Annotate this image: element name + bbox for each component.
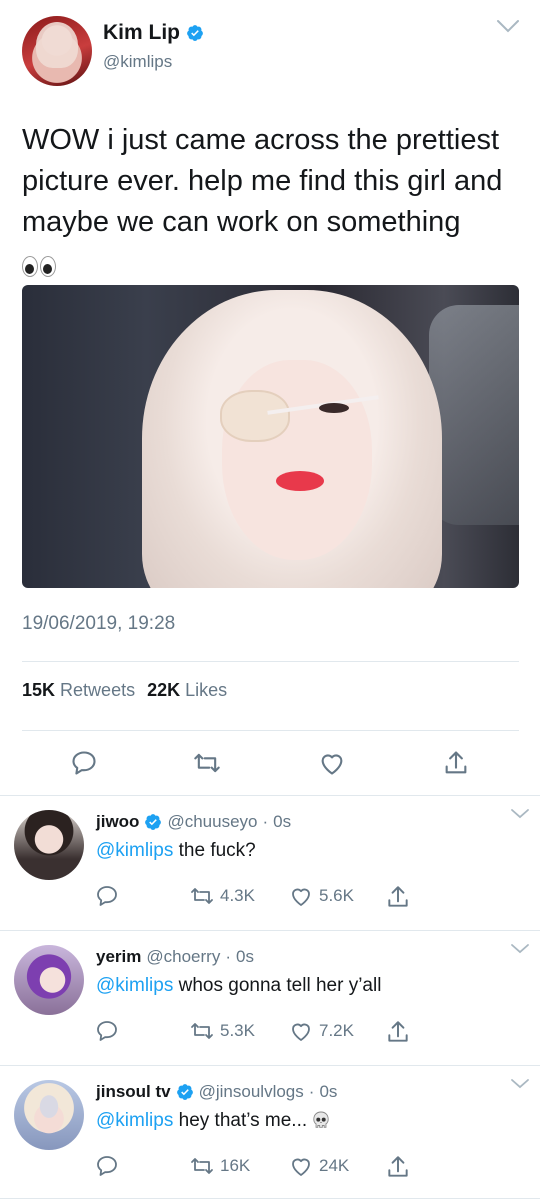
reply-like-action[interactable]: 24K: [289, 1154, 349, 1178]
reply-like-action[interactable]: 5.6K: [289, 884, 354, 908]
reply-text-body: the fuck?: [178, 840, 256, 861]
reply-mention[interactable]: @kimlips: [96, 1110, 173, 1131]
separator-dot: ·: [262, 812, 269, 831]
reply-handle[interactable]: @choerry: [146, 947, 220, 967]
reply-text: @kimlips hey that’s me...: [96, 1110, 330, 1132]
retweet-icon[interactable]: [190, 1019, 214, 1043]
reply-avatar[interactable]: [14, 945, 84, 1015]
reply-item[interactable]: yerim @choerry · 0s @kimlips whos gonna …: [0, 931, 540, 1066]
divider: [0, 1198, 540, 1199]
reply-text: @kimlips whos gonna tell her y’all: [96, 975, 381, 997]
author-name[interactable]: Kim Lip: [103, 21, 180, 45]
reply-share-action[interactable]: [385, 1154, 411, 1180]
reply-actions: 4.3K 5.6K: [0, 884, 540, 914]
author-name-row[interactable]: Kim Lip: [103, 21, 204, 45]
likes-label: Likes: [185, 680, 228, 700]
tweet-actions: [0, 745, 540, 781]
reply-avatar[interactable]: [14, 1080, 84, 1150]
reply-reply-action[interactable]: [95, 884, 119, 908]
verified-badge-icon: [187, 25, 203, 41]
like-count: 7.2K: [319, 1021, 354, 1040]
tweet-stats: 15K Retweets 22K Likes: [22, 680, 227, 701]
reply-icon[interactable]: [95, 1019, 119, 1043]
reply-time: 0s: [273, 812, 292, 831]
reply-name[interactable]: yerim: [96, 947, 141, 967]
eyes-emoji-icon: [22, 255, 56, 277]
reply-like-action[interactable]: 7.2K: [289, 1019, 354, 1043]
main-tweet: Kim Lip @kimlips WOW i just came across …: [0, 0, 540, 795]
reply-time: 0s: [236, 947, 254, 966]
reply-retweet-action[interactable]: 4.3K: [190, 884, 255, 908]
reply-icon[interactable]: [95, 1154, 119, 1178]
like-icon[interactable]: [289, 1154, 313, 1178]
like-icon[interactable]: [289, 884, 313, 908]
reply-text-body: whos gonna tell her y’all: [178, 975, 382, 996]
reply-share-action[interactable]: [385, 884, 411, 910]
likes-count: 22K: [147, 680, 181, 700]
share-icon[interactable]: [442, 749, 470, 777]
tweet-text-body: WOW i just came across the prettiest pic…: [22, 124, 503, 238]
reply-name[interactable]: jinsoul tv: [96, 1082, 171, 1102]
reply-name-row: yerim @choerry · 0s: [96, 947, 254, 967]
reply-name-row: jiwoo @chuuseyo · 0s: [96, 812, 291, 832]
retweet-count: 4.3K: [220, 886, 255, 905]
retweet-icon[interactable]: [190, 1154, 214, 1178]
tweet-text: WOW i just came across the prettiest pic…: [22, 120, 522, 284]
retweets-label: Retweets: [60, 680, 136, 700]
reply-text: @kimlips the fuck?: [96, 840, 256, 862]
reply-item[interactable]: jinsoul tv @jinsoulvlogs · 0s @kimlips h…: [0, 1066, 540, 1200]
separator-dot: ·: [308, 1082, 315, 1101]
retweet-icon[interactable]: [190, 884, 214, 908]
reply-retweet-action[interactable]: 16K: [190, 1154, 250, 1178]
retweet-icon[interactable]: [193, 749, 221, 777]
author-handle[interactable]: @kimlips: [103, 52, 172, 72]
tweet-timestamp: 19/06/2019, 19:28: [22, 613, 176, 634]
reply-mention[interactable]: @kimlips: [96, 975, 173, 996]
reply-reply-action[interactable]: [95, 1154, 119, 1178]
chevron-down-icon[interactable]: [510, 808, 530, 820]
separator-dot: ·: [225, 947, 231, 966]
reply-name[interactable]: jiwoo: [96, 812, 139, 832]
share-icon[interactable]: [385, 1154, 411, 1180]
retweet-count: 5.3K: [220, 1021, 255, 1040]
chevron-down-icon[interactable]: [496, 18, 520, 34]
reply-name-row: jinsoul tv @jinsoulvlogs · 0s: [96, 1082, 337, 1102]
author-avatar[interactable]: [22, 16, 92, 86]
retweets-count: 15K: [22, 680, 56, 700]
like-icon[interactable]: [289, 1019, 313, 1043]
divider: [22, 661, 519, 662]
like-icon[interactable]: [318, 749, 346, 777]
tweet-photo[interactable]: [22, 285, 519, 588]
reply-actions: 16K 24K: [0, 1154, 540, 1184]
share-icon[interactable]: [385, 884, 411, 910]
reply-reply-action[interactable]: [95, 1019, 119, 1043]
reply-avatar[interactable]: [14, 810, 84, 880]
like-count: 24K: [319, 1156, 350, 1175]
chevron-down-icon[interactable]: [510, 1078, 530, 1090]
reply-time: 0s: [319, 1082, 338, 1101]
reply-text-body: hey that’s me...: [178, 1110, 308, 1131]
retweets-stat[interactable]: 15K Retweets: [22, 680, 135, 701]
reply-handle[interactable]: @jinsoulvlogs: [199, 1082, 304, 1102]
likes-stat[interactable]: 22K Likes: [147, 680, 227, 701]
reply-actions: 5.3K 7.2K: [0, 1019, 540, 1049]
reply-mention[interactable]: @kimlips: [96, 840, 173, 861]
reply-handle[interactable]: @chuuseyo: [167, 812, 257, 832]
retweet-count: 16K: [220, 1156, 251, 1175]
reply-share-action[interactable]: [385, 1019, 411, 1045]
verified-badge-icon: [145, 814, 162, 830]
skull-emoji-icon: [313, 1111, 330, 1128]
share-icon[interactable]: [385, 1019, 411, 1045]
chevron-down-icon[interactable]: [510, 943, 530, 955]
verified-badge-icon: [176, 1084, 193, 1100]
reply-item[interactable]: jiwoo @chuuseyo · 0s @kimlips the fuck? …: [0, 796, 540, 931]
reply-icon[interactable]: [95, 884, 119, 908]
reply-retweet-action[interactable]: 5.3K: [190, 1019, 255, 1043]
like-count: 5.6K: [319, 886, 354, 905]
reply-icon[interactable]: [70, 749, 98, 777]
divider: [22, 730, 519, 731]
